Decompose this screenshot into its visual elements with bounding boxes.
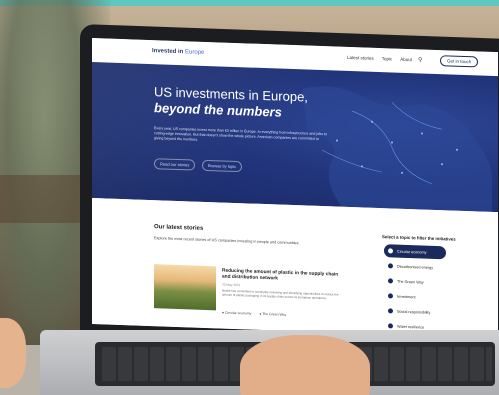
story-tag-label: Circular economy (225, 310, 252, 316)
filter-item-label: Investment (397, 294, 416, 299)
story-image[interactable] (154, 264, 216, 311)
logo-main: Invested in (152, 48, 184, 56)
filter-item-label: Circular economy (397, 249, 427, 255)
nav-item-topic[interactable]: Topic (382, 56, 393, 61)
nav-item-about[interactable]: About (400, 57, 412, 62)
recycle-icon (388, 248, 393, 254)
filter-item-label: Decarbonised energy (397, 264, 434, 270)
logo-accent: Europe (185, 49, 205, 56)
filter-item-circular-economy[interactable]: Circular economy (384, 244, 446, 260)
story-tag[interactable]: ● Circular economy (222, 311, 251, 316)
filter-item-decarbonised-energy[interactable]: Decarbonised energy (384, 259, 464, 275)
people-icon (388, 308, 393, 314)
main-nav: Latest stories Topic About (347, 55, 412, 62)
filter-item-investment[interactable]: Investment (384, 289, 464, 305)
filter-item-label: Social responsibility (397, 309, 431, 315)
topic-filter-list: Circular economy Decarbonised energy The… (384, 244, 464, 337)
search-icon[interactable]: ⚲ (418, 56, 422, 63)
read-stories-button[interactable]: Read our stories (154, 158, 196, 171)
filter-item-label: The Green Way (397, 279, 424, 285)
right-hand (240, 335, 370, 395)
hero-banner: US investments in Europe, beyond the num… (92, 62, 498, 213)
story-tags: ● Circular economy ● The Green Way (222, 311, 286, 317)
photo-background: Invested in Europe Latest stories Topic … (0, 0, 499, 395)
story-excerpt: Nestlé has committed to constantly revie… (222, 288, 339, 301)
stories-subtitle: Explore the most recent stories of US co… (154, 236, 300, 246)
filter-item-social-responsibility[interactable]: Social responsibility (384, 304, 464, 320)
browse-topic-button[interactable]: Browse by topic (202, 159, 243, 173)
energy-icon (388, 263, 393, 269)
filter-heading: Select a topic to filter the initiatives (382, 234, 456, 242)
site-logo[interactable]: Invested in Europe (152, 48, 204, 56)
get-in-touch-button[interactable]: Get in touch (440, 55, 479, 68)
filter-item-green-way[interactable]: The Green Way (384, 274, 464, 290)
nav-item-latest-stories[interactable]: Latest stories (347, 55, 374, 61)
story-tag-label: The Green Way (262, 311, 287, 317)
filter-item-label: Water resilience (397, 324, 425, 330)
leaf-icon (388, 278, 393, 284)
content-section: Our latest stories Explore the most rece… (92, 198, 498, 339)
laptop-screen: Invested in Europe Latest stories Topic … (92, 38, 498, 339)
story-date: 20 May 2021 (222, 282, 241, 288)
coin-icon (388, 293, 393, 299)
stories-heading: Our latest stories (154, 224, 204, 232)
water-drop-icon (388, 323, 393, 329)
story-tag[interactable]: ● The Green Way (259, 312, 286, 317)
